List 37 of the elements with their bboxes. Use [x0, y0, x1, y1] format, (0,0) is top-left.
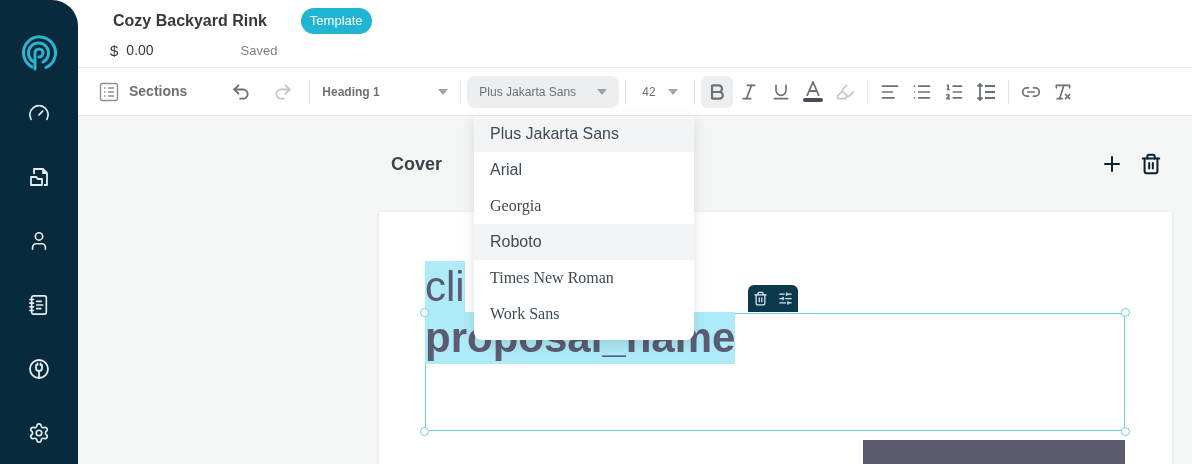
- document-title: Cozy Backyard Rink: [113, 10, 267, 31]
- block-settings-button[interactable]: [778, 291, 793, 306]
- resize-handle[interactable]: [1121, 427, 1130, 436]
- font-option[interactable]: Georgia: [474, 188, 694, 224]
- resize-handle[interactable]: [420, 427, 429, 436]
- font-option[interactable]: Arial: [474, 152, 694, 188]
- font-option[interactable]: Times New Roman: [474, 260, 694, 296]
- font-size-select[interactable]: 42: [632, 75, 689, 108]
- redo-icon: [273, 81, 294, 102]
- block-style-select[interactable]: Heading 1: [316, 75, 455, 108]
- resize-handle[interactable]: [1121, 308, 1130, 317]
- font-option[interactable]: Roboto: [474, 224, 694, 260]
- sections-button[interactable]: Sections: [99, 81, 188, 102]
- settings-icon[interactable]: [28, 422, 50, 444]
- document-folder-icon[interactable]: [28, 166, 50, 188]
- notebook-icon[interactable]: [28, 294, 50, 316]
- bold-button[interactable]: [701, 75, 734, 108]
- sections-icon: [99, 81, 119, 102]
- line-height-icon: [976, 81, 997, 102]
- plug-icon[interactable]: [28, 358, 50, 380]
- save-status: Saved: [240, 42, 278, 60]
- font-family-select[interactable]: Plus Jakarta Sans: [467, 75, 620, 108]
- delete-block-button[interactable]: [753, 291, 768, 306]
- caret-icon: [668, 88, 679, 95]
- heading-text[interactable]: cli: [425, 261, 465, 313]
- caret-icon: [597, 88, 608, 95]
- delete-section-button[interactable]: [1140, 153, 1162, 175]
- caret-icon: [438, 88, 449, 95]
- currency-symbol: $: [110, 40, 119, 61]
- text-color-icon: [803, 81, 824, 102]
- logo-icon[interactable]: [20, 34, 58, 72]
- proposal-amount: 0.00: [126, 41, 154, 61]
- font-option[interactable]: Plus Jakarta Sans: [474, 116, 694, 152]
- highlighter-icon: [835, 81, 856, 102]
- section-title: Cover: [391, 152, 443, 176]
- template-badge: Template: [300, 8, 372, 34]
- resize-handle[interactable]: [420, 308, 429, 317]
